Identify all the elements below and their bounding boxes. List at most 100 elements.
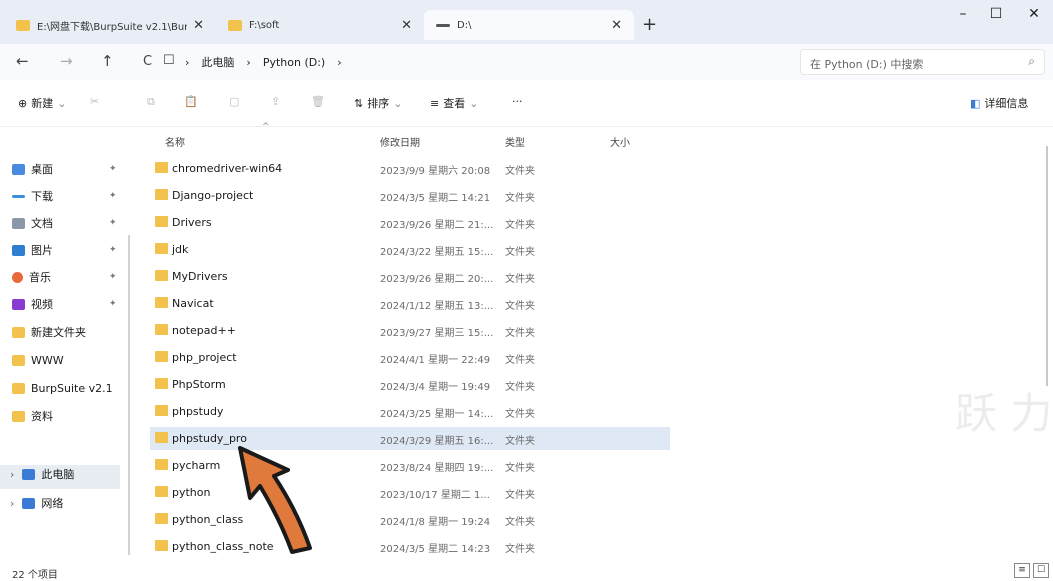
maximize-button[interactable]: ☐ (976, 6, 1016, 28)
file-date: 2023/9/26 星期二 20:... (380, 274, 494, 285)
folder-icon (12, 410, 25, 422)
file-date: 2023/8/24 星期四 19:... (380, 463, 494, 474)
view-button[interactable]: ≡ 查看 ⌄ (430, 95, 478, 111)
chevron-right-icon[interactable]: › (10, 497, 14, 510)
more-options-button[interactable]: ··· (512, 95, 523, 108)
view-label: 查看 (443, 97, 466, 110)
sidebar-item-label: 资料 (31, 410, 53, 423)
pin-icon: ✦ (109, 299, 117, 309)
sidebar-item-materials[interactable]: 资料 (12, 405, 53, 427)
back-button[interactable]: ← (16, 52, 29, 70)
sidebar-item-network[interactable]: › 网络 (10, 492, 63, 514)
sidebar-item-label: 音乐 (29, 271, 51, 284)
file-type: 文件夹 (505, 247, 535, 258)
delete-icon[interactable]: 🗑 (311, 95, 325, 108)
title-bar: E:\网盘下载\BurpSuite v2.1\Bur ✕ F:\soft ✕ D… (0, 0, 1053, 44)
tab-soft[interactable]: F:\soft ✕ (216, 10, 424, 40)
sort-caret-icon: ^ (262, 122, 270, 132)
tab-d-drive[interactable]: D:\ ✕ (424, 10, 634, 40)
file-row[interactable]: Navicat 2024/1/12 星期五 13:... 文件夹 (150, 292, 670, 315)
breadcrumb-separator[interactable]: › (337, 56, 341, 69)
file-type: 文件夹 (505, 517, 535, 528)
vertical-scrollbar[interactable] (1046, 146, 1048, 386)
folder-icon (155, 459, 168, 470)
up-button[interactable]: ↑ (101, 52, 114, 70)
forward-button[interactable]: → (60, 52, 73, 70)
file-row[interactable]: PhpStorm 2024/3/4 星期一 19:49 文件夹 (150, 373, 670, 396)
file-date: 2024/4/1 星期一 22:49 (380, 355, 491, 366)
sidebar-item-documents[interactable]: 文档 ✦ (12, 212, 117, 234)
file-row[interactable]: Drivers 2023/9/26 星期二 21:... 文件夹 (150, 211, 670, 234)
sidebar-item-www[interactable]: WWW (12, 349, 64, 371)
pin-icon: ✦ (109, 218, 117, 228)
file-row[interactable]: MyDrivers 2023/9/26 星期二 20:... 文件夹 (150, 265, 670, 288)
view-location-icon: ☐ (163, 53, 175, 68)
tab-burpsuite[interactable]: E:\网盘下载\BurpSuite v2.1\Bur ✕ (4, 10, 216, 40)
sidebar-item-pictures[interactable]: 图片 ✦ (12, 239, 117, 261)
cut-icon[interactable]: ✂ (90, 95, 99, 108)
file-type: 文件夹 (505, 220, 535, 231)
share-icon[interactable]: ⇪ (271, 95, 280, 108)
folder-icon (155, 162, 168, 173)
file-name: chromedriver-win64 (172, 162, 283, 175)
column-header-type[interactable]: 类型 (505, 134, 525, 149)
navigation-pane: 桌面 ✦ 下载 ✦ 文档 ✦ 图片 ✦ 音乐 ✦ 视频 ✦ 新建文件夹 WWW … (0, 126, 122, 560)
sidebar-item-downloads[interactable]: 下载 ✦ (12, 185, 117, 207)
file-row[interactable]: phpstudy 2024/3/25 星期一 14:... 文件夹 (150, 400, 670, 423)
sidebar-item-burpsuite[interactable]: BurpSuite v2.1 (12, 377, 113, 399)
sidebar-item-desktop[interactable]: 桌面 ✦ (12, 158, 117, 180)
plus-circle-icon: ⊕ (18, 96, 28, 110)
breadcrumb-drive[interactable]: Python (D:) (263, 56, 325, 69)
column-header-size[interactable]: 大小 (610, 134, 630, 149)
folder-icon (155, 351, 168, 362)
new-tab-button[interactable]: + (642, 14, 657, 35)
column-header-date[interactable]: 修改日期 (380, 134, 420, 149)
computer-icon (22, 468, 36, 480)
pin-icon: ✦ (109, 272, 117, 282)
search-icon[interactable]: ⌕ (1028, 54, 1035, 69)
copy-icon[interactable]: ⧉ (147, 95, 155, 109)
sidebar-item-videos[interactable]: 视频 ✦ (12, 293, 117, 315)
sidebar-item-new-folder[interactable]: 新建文件夹 (12, 321, 86, 343)
file-date: 2024/1/8 星期一 19:24 (380, 517, 491, 528)
sidebar-item-label: 下载 (31, 190, 53, 203)
breadcrumb: › 此电脑 › Python (D:) › (185, 54, 342, 70)
tab-close-icon[interactable]: ✕ (611, 18, 622, 33)
details-pane-button[interactable]: ◧ 详细信息 (970, 95, 1028, 111)
refresh-button[interactable]: C (143, 54, 152, 69)
paste-icon[interactable]: 📋 (184, 95, 198, 108)
file-row[interactable]: Django-project 2024/3/5 星期二 14:21 文件夹 (150, 184, 670, 207)
tab-close-icon[interactable]: ✕ (193, 18, 204, 33)
file-date: 2024/3/29 星期五 16:... (380, 436, 494, 447)
rename-icon[interactable]: ▢ (229, 95, 239, 108)
column-header-name[interactable]: 名称 (165, 134, 185, 149)
details-view-button[interactable]: ≡ (1014, 563, 1030, 578)
search-input[interactable]: 在 Python (D:) 中搜索 ⌕ (800, 49, 1045, 75)
close-window-button[interactable]: ✕ (1014, 6, 1053, 28)
file-name: MyDrivers (172, 270, 228, 283)
file-name: Django-project (172, 189, 254, 202)
sidebar-item-label: 新建文件夹 (31, 326, 86, 339)
file-type: 文件夹 (505, 166, 535, 177)
file-row[interactable]: jdk 2024/3/22 星期五 15:... 文件夹 (150, 238, 670, 261)
tiles-view-button[interactable]: ☐ (1033, 563, 1049, 578)
sort-button[interactable]: ⇅ 排序 ⌄ (354, 95, 402, 111)
new-button[interactable]: ⊕ 新建 ⌄ (18, 95, 66, 111)
sidebar-item-this-pc[interactable]: › 此电脑 (10, 463, 74, 485)
file-row[interactable]: notepad++ 2023/9/27 星期三 15:... 文件夹 (150, 319, 670, 342)
pane-divider[interactable] (128, 235, 130, 555)
breadcrumb-this-pc[interactable]: 此电脑 (201, 54, 234, 70)
sidebar-item-label: WWW (31, 353, 64, 367)
file-row[interactable]: chromedriver-win64 2023/9/9 星期六 20:08 文件夹 (150, 157, 670, 180)
folder-icon (12, 382, 25, 394)
file-type: 文件夹 (505, 328, 535, 339)
file-date: 2024/1/12 星期五 13:... (380, 301, 494, 312)
folder-icon (228, 19, 242, 31)
sidebar-item-music[interactable]: 音乐 ✦ (12, 266, 117, 288)
pin-icon: ✦ (109, 191, 117, 201)
folder-icon (155, 189, 168, 200)
file-row[interactable]: php_project 2024/4/1 星期一 22:49 文件夹 (150, 346, 670, 369)
folder-icon (155, 486, 168, 497)
tab-close-icon[interactable]: ✕ (401, 18, 412, 33)
chevron-right-icon[interactable]: › (10, 468, 14, 481)
